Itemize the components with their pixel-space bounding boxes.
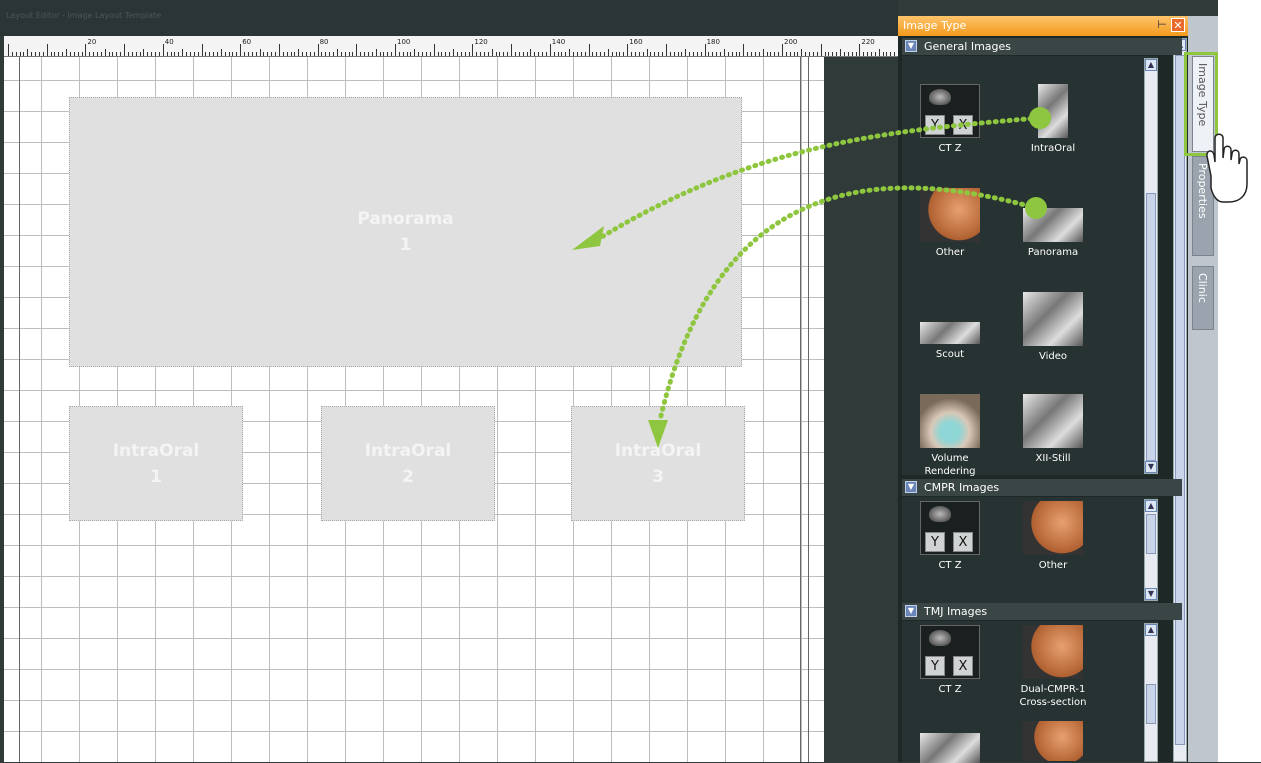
drag-arrows-overlay xyxy=(572,107,1248,448)
arrowhead-icon xyxy=(648,420,668,448)
arrowhead-icon xyxy=(572,226,604,250)
drag-start-dot xyxy=(1029,107,1051,129)
drag-path-panorama xyxy=(657,185,1039,423)
drag-start-dot xyxy=(1025,197,1047,219)
drag-path-intraoral xyxy=(597,115,1041,241)
hand-cursor-icon xyxy=(1206,133,1248,203)
